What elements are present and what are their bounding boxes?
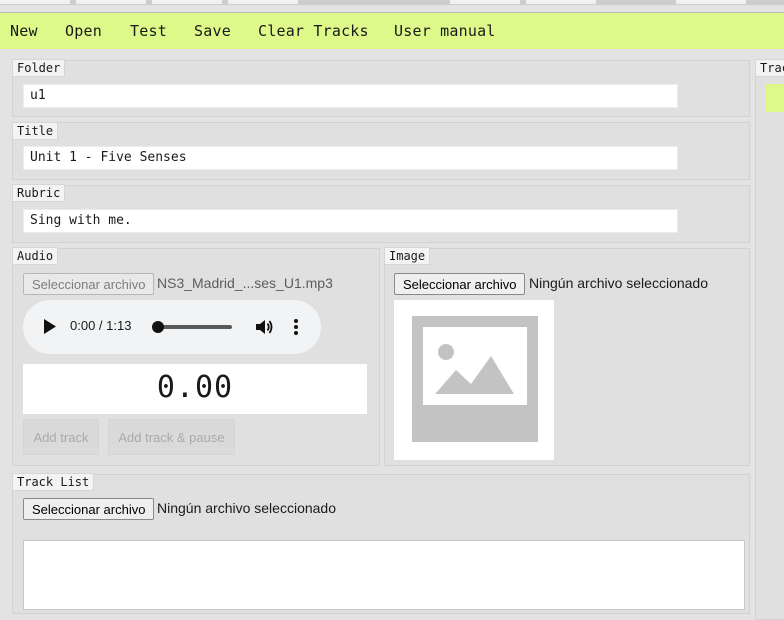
menu-clear-tracks[interactable]: Clear Tracks [258, 22, 369, 40]
folder-legend: Folder [12, 59, 66, 77]
title-input[interactable]: Unit 1 - Five Senses [23, 146, 678, 170]
rubric-input[interactable]: Sing with me. [23, 209, 678, 233]
image-file-name: Ningún archivo seleccionado [529, 275, 708, 291]
right-accent-chip[interactable] [766, 84, 784, 112]
track-list-file-name: Ningún archivo seleccionado [157, 500, 336, 516]
menu-new[interactable]: New [10, 22, 38, 40]
volume-icon[interactable] [254, 317, 274, 337]
title-legend: Title [12, 122, 59, 140]
add-track-pause-button[interactable]: Add track & pause [108, 419, 235, 455]
track-list-legend: Track List [12, 473, 95, 491]
play-icon[interactable] [43, 318, 57, 335]
image-preview [394, 300, 554, 460]
folder-input[interactable]: u1 [23, 84, 678, 108]
audio-legend: Audio [12, 247, 59, 265]
menu-user-manual[interactable]: User manual [394, 22, 496, 40]
audio-seek-track[interactable] [157, 325, 232, 329]
menu-open[interactable]: Open [65, 22, 102, 40]
audio-time: 0:00 / 1:13 [70, 318, 132, 333]
menu-bar: New Open Test Save Clear Tracks User man… [0, 12, 784, 49]
track-list-file-button[interactable]: Seleccionar archivo [23, 498, 155, 520]
image-file-button[interactable]: Seleccionar archivo [394, 273, 526, 295]
image-legend: Image [384, 247, 431, 265]
right-track-legend: Trac [755, 59, 784, 77]
rubric-legend: Rubric [12, 184, 66, 202]
audio-file-button[interactable]: Seleccionar archivo [23, 273, 155, 295]
browser-tab-strip [0, 0, 784, 5]
timer-value: 0.00 [156, 370, 234, 405]
image-placeholder-icon [412, 316, 538, 442]
menu-save[interactable]: Save [194, 22, 231, 40]
menu-test[interactable]: Test [130, 22, 167, 40]
right-track-panel [755, 60, 784, 620]
timer-display: 0.00 [23, 364, 367, 414]
audio-file-name: NS3_Madrid_...ses_U1.mp3 [157, 275, 333, 291]
more-options-icon[interactable] [293, 318, 299, 336]
add-track-button[interactable]: Add track [23, 419, 99, 455]
audio-player: 0:00 / 1:13 [23, 300, 321, 354]
audio-seek-thumb[interactable] [152, 321, 164, 333]
